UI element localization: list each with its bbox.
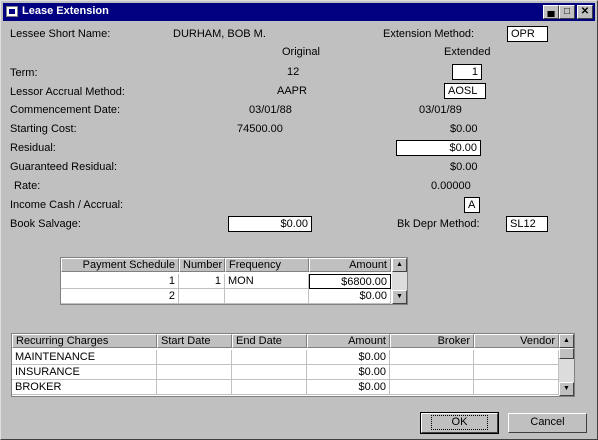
recurring-row-3-end[interactable] <box>232 380 307 395</box>
recurring-row-2-vendor[interactable] <box>474 365 559 380</box>
extended-column-header: Extended <box>444 46 491 58</box>
recurring-scroll-up-button[interactable]: ▲ <box>559 334 574 348</box>
guaranteed-residual-extended: $0.00 <box>450 161 478 173</box>
payment-schedule-header[interactable]: Payment Schedule <box>61 258 179 272</box>
payment-row-1-frequency[interactable]: MON <box>225 274 309 289</box>
starting-cost-extended: $0.00 <box>450 123 478 135</box>
lessor-accrual-original: AAPR <box>277 85 307 97</box>
payment-row-2-frequency[interactable] <box>225 289 309 304</box>
recurring-charges-grid[interactable]: Recurring Charges Start Date End Date Am… <box>11 333 575 397</box>
rate-label: Rate: <box>14 180 41 192</box>
close-icon: ✕ <box>580 6 590 17</box>
lessor-accrual-extended-field[interactable]: AOSL <box>444 83 486 99</box>
ok-button-label: OK <box>430 415 489 430</box>
start-date-header[interactable]: Start Date <box>157 334 232 348</box>
end-date-header[interactable]: End Date <box>232 334 307 348</box>
income-cash-label: Income Cash / Accrual: <box>10 199 124 211</box>
recurring-row-1-amount[interactable]: $0.00 <box>307 350 390 365</box>
residual-extended-field[interactable]: $0.00 <box>396 140 481 156</box>
payment-row-2-schedule[interactable]: 2 <box>61 289 179 304</box>
recurring-row-3-vendor[interactable] <box>474 380 559 395</box>
recurring-amount-header[interactable]: Amount <box>307 334 390 348</box>
payment-row-1-schedule[interactable]: 1 <box>61 274 179 289</box>
window-title: Lease Extension <box>22 5 109 17</box>
residual-label: Residual: <box>10 142 56 154</box>
scroll-down-icon: ▼ <box>563 385 570 392</box>
scroll-down-icon: ▼ <box>396 293 403 300</box>
cancel-button[interactable]: Cancel <box>508 413 587 433</box>
scroll-down-button[interactable]: ▼ <box>392 290 407 304</box>
recurring-row-1-vendor[interactable] <box>474 350 559 365</box>
original-column-header: Original <box>282 46 320 58</box>
payment-row-2-amount[interactable]: $0.00 <box>309 289 391 304</box>
recurring-row-3-broker[interactable] <box>390 380 474 395</box>
title-bar: Lease Extension ▄ □ ✕ <box>3 3 595 21</box>
minimize-icon: ▄ <box>547 6 555 17</box>
commencement-original: 03/01/88 <box>249 104 292 116</box>
payment-row-2-number[interactable] <box>179 289 225 304</box>
commencement-extended: 03/01/89 <box>419 104 462 116</box>
number-header[interactable]: Number <box>179 258 225 272</box>
close-button[interactable]: ✕ <box>577 5 593 19</box>
lessor-accrual-label: Lessor Accrual Method: <box>10 86 125 98</box>
recurring-scrollbar[interactable]: ▲ ▼ <box>559 334 574 396</box>
rate-extended: 0.00000 <box>431 180 471 192</box>
frequency-header[interactable]: Frequency <box>225 258 309 272</box>
scroll-up-button[interactable]: ▲ <box>392 258 407 272</box>
lessee-value: DURHAM, BOB M. <box>173 28 266 40</box>
amount-header[interactable]: Amount <box>309 258 391 272</box>
recurring-row-3-name[interactable]: BROKER <box>12 380 157 395</box>
scroll-up-icon: ▲ <box>563 337 570 344</box>
recurring-row-2-broker[interactable] <box>390 365 474 380</box>
term-label: Term: <box>10 67 38 79</box>
recurring-row-3-amount[interactable]: $0.00 <box>307 380 390 395</box>
lessee-label: Lessee Short Name: <box>10 28 111 40</box>
recurring-row-2-start[interactable] <box>157 365 232 380</box>
recurring-row-1-start[interactable] <box>157 350 232 365</box>
recurring-row-2-amount[interactable]: $0.00 <box>307 365 390 380</box>
guaranteed-residual-label: Guaranteed Residual: <box>10 161 118 173</box>
payment-row-1-amount[interactable]: $6800.00 <box>309 274 391 289</box>
recurring-charges-header[interactable]: Recurring Charges <box>12 334 157 348</box>
maximize-button[interactable]: □ <box>559 5 575 19</box>
starting-cost-original: 74500.00 <box>237 123 283 135</box>
bk-depr-field[interactable]: SL12 <box>506 216 548 232</box>
broker-header[interactable]: Broker <box>390 334 474 348</box>
term-extended-field[interactable]: 1 <box>452 64 482 80</box>
minimize-button[interactable]: ▄ <box>543 5 559 19</box>
recurring-row-3-start[interactable] <box>157 380 232 395</box>
recurring-row-2-name[interactable]: INSURANCE <box>12 365 157 380</box>
commencement-label: Commencement Date: <box>10 104 121 116</box>
income-cash-extended-field[interactable]: A <box>464 197 480 213</box>
app-icon <box>6 6 18 17</box>
payment-schedule-grid[interactable]: Payment Schedule Number Frequency Amount… <box>60 257 408 305</box>
recurring-row-1-end[interactable] <box>232 350 307 365</box>
vendor-header[interactable]: Vendor <box>474 334 559 348</box>
payment-row-1-number[interactable]: 1 <box>179 274 225 289</box>
scroll-thumb[interactable] <box>559 348 574 359</box>
maximize-icon: □ <box>563 6 571 17</box>
book-salvage-field[interactable]: $0.00 <box>228 216 312 232</box>
extension-method-label: Extension Method: <box>383 28 475 40</box>
lease-extension-window: Lease Extension ▄ □ ✕ Lessee Short Name:… <box>0 0 598 440</box>
starting-cost-label: Starting Cost: <box>10 123 77 135</box>
extension-method-field[interactable]: OPR <box>507 26 548 42</box>
bk-depr-label: Bk Depr Method: <box>397 218 480 230</box>
term-original: 12 <box>287 66 300 78</box>
recurring-row-1-broker[interactable] <box>390 350 474 365</box>
recurring-row-1-name[interactable]: MAINTENANCE <box>12 350 157 365</box>
ok-button[interactable]: OK <box>420 412 499 434</box>
scroll-up-icon: ▲ <box>396 261 403 268</box>
payment-scrollbar[interactable]: ▲ ▼ <box>392 258 407 304</box>
recurring-row-2-end[interactable] <box>232 365 307 380</box>
book-salvage-label: Book Salvage: <box>10 218 81 230</box>
recurring-scroll-down-button[interactable]: ▼ <box>559 382 574 396</box>
